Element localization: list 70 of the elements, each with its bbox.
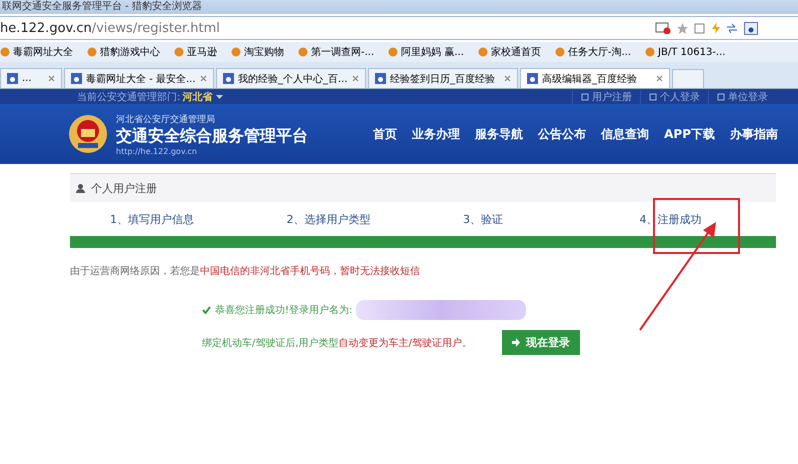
site-icon: [645, 47, 656, 57]
emblem-icon: [68, 114, 108, 154]
paw-icon: [7, 73, 18, 84]
address-field[interactable]: he.122.gov.cn/views/register.html: [0, 20, 655, 36]
close-icon[interactable]: [48, 75, 55, 82]
close-icon[interactable]: [504, 75, 511, 82]
user-icon: [76, 184, 85, 192]
sign-in-icon: [512, 338, 522, 347]
browser-tab[interactable]: 高级编辑器_百度经验: [520, 68, 670, 88]
bookmark[interactable]: 淘宝购物: [231, 45, 284, 59]
close-icon[interactable]: [656, 75, 663, 82]
step-label: 1、填写用户信息: [109, 212, 195, 226]
bookmark[interactable]: 阿里妈妈 赢...: [388, 45, 464, 59]
step-label: 3、验证: [462, 212, 504, 226]
site-url: http://he.122.gov.cn: [116, 146, 198, 156]
browser-tab[interactable]: ...: [0, 68, 62, 88]
browser-tab[interactable]: 经验签到日历_百度经验: [368, 68, 518, 88]
site-icon: [388, 47, 398, 57]
site-icon: [554, 47, 565, 57]
bookmark[interactable]: 毒霸网址大全: [0, 45, 73, 59]
department-label: 当前公安交通管理部门:: [77, 90, 180, 104]
link-icon: [581, 92, 589, 100]
site-title: 交通安全综合服务管理平台: [116, 126, 308, 146]
bookmark[interactable]: 猎豹游戏中心: [87, 45, 160, 59]
bookmark[interactable]: 家校通首页: [478, 45, 541, 59]
bookmark[interactable]: 亚马逊: [174, 45, 217, 59]
nav-link[interactable]: 服务导航: [475, 126, 524, 142]
bookmark[interactable]: 任务大厅-淘...: [554, 45, 632, 59]
nav-link[interactable]: 首页: [373, 126, 398, 142]
browser-tab[interactable]: 毒霸网址大全 - 最安全...: [64, 68, 214, 88]
browser-tab[interactable]: 我的经验_个人中心_百...: [216, 68, 366, 88]
close-icon[interactable]: [352, 75, 359, 82]
paw-icon: [71, 73, 82, 84]
step-label: 2、选择用户类型: [286, 212, 372, 226]
login-button[interactable]: 现在登录: [502, 330, 580, 355]
bookmark[interactable]: JB/T 10613-...: [645, 46, 726, 58]
hint-text: 绑定机动车/驾驶证后,用户类型自动变更为车主/驾驶证用户。: [202, 336, 472, 350]
site-icon: [478, 47, 488, 57]
paw-icon[interactable]: [744, 22, 758, 34]
paw-icon: [527, 73, 538, 84]
close-icon[interactable]: [200, 75, 207, 82]
link-icon: [717, 92, 725, 100]
site-icon: [231, 47, 241, 57]
step-label: 4、注册成功: [638, 212, 702, 226]
nav-link[interactable]: 办事指南: [730, 126, 778, 142]
paw-icon: [375, 73, 386, 84]
success-message: 恭喜您注册成功!登录用户名为:: [215, 304, 352, 317]
window-title: 联网交通安全服务管理平台 - 猎豹安全浏览器: [0, 0, 798, 14]
notice-text: 由于运营商网络原因，若您是中国电信的非河北省手机号码，暂时无法接收短信: [70, 264, 421, 278]
nav-link[interactable]: APP下载: [664, 126, 715, 142]
check-icon: [202, 306, 211, 314]
new-tab-button[interactable]: [672, 69, 704, 88]
nav-link[interactable]: 信息查询: [601, 126, 650, 142]
blocked-icon[interactable]: [655, 22, 671, 34]
caret-icon[interactable]: [216, 94, 224, 98]
bookmark[interactable]: 第一调查网-...: [298, 45, 374, 59]
site-icon: [87, 47, 97, 57]
site-icon: [174, 47, 184, 57]
department-selector[interactable]: 河北省: [182, 90, 212, 104]
agency-name: 河北省公安厅交通管理局: [116, 114, 216, 126]
panel-title: 个人用户注册: [91, 180, 157, 196]
link-icon: [649, 92, 657, 100]
arrows-icon[interactable]: [726, 23, 738, 33]
nav-link[interactable]: 业务办理: [412, 126, 460, 142]
paw-icon: [223, 73, 234, 84]
site-icon: [298, 47, 308, 57]
site-icon: [0, 47, 10, 57]
nav-link[interactable]: 公告公布: [538, 126, 586, 142]
lightning-icon[interactable]: [712, 22, 720, 34]
star-icon[interactable]: [677, 22, 688, 34]
